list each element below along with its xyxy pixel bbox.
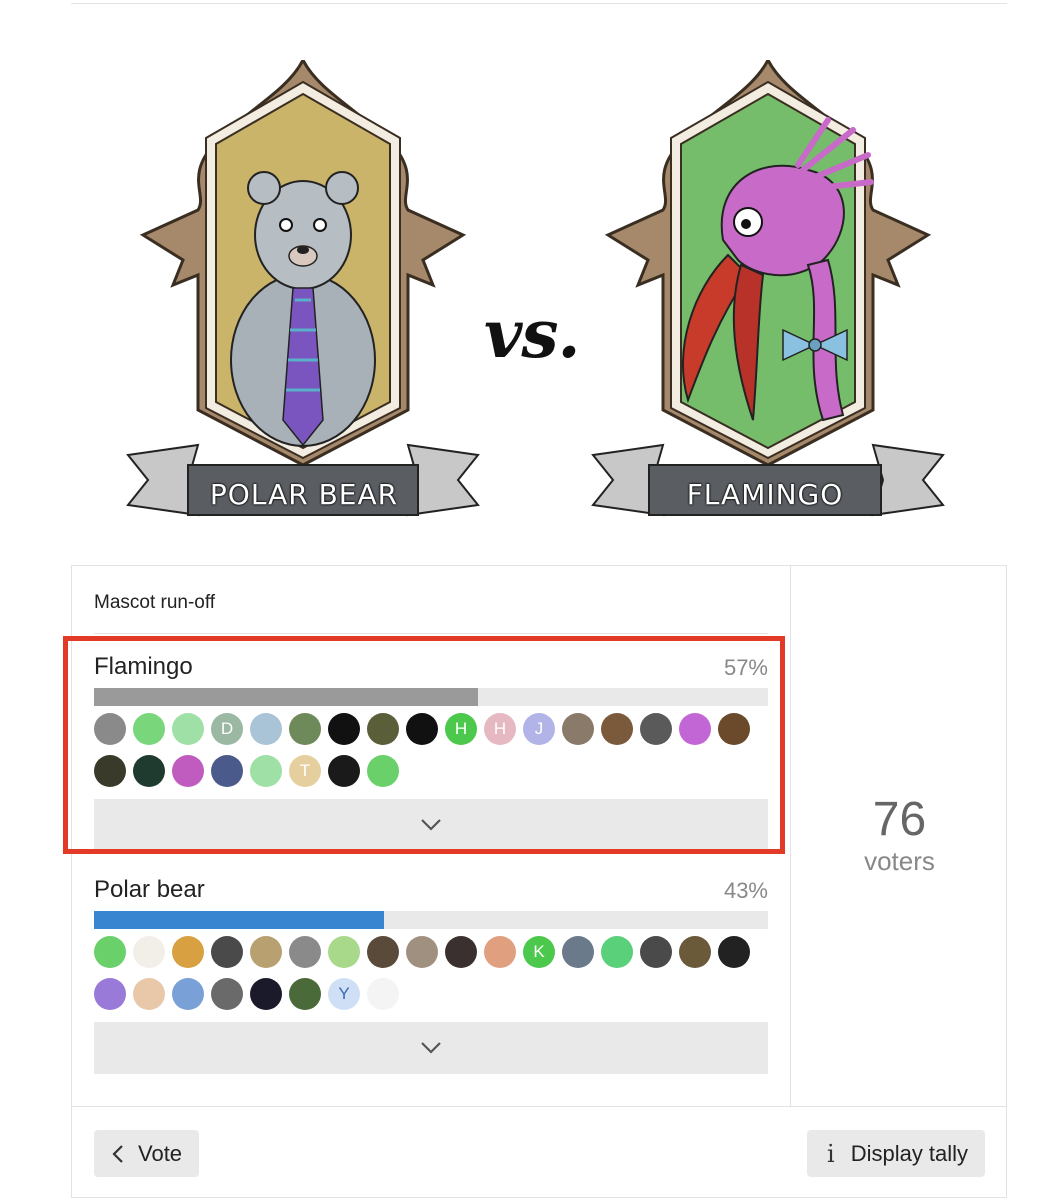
voter-count-label: voters bbox=[864, 846, 935, 876]
voter-avatar[interactable] bbox=[211, 978, 243, 1010]
voter-avatar[interactable] bbox=[562, 713, 594, 745]
voter-avatar[interactable] bbox=[211, 936, 243, 968]
vote-button[interactable]: Vote bbox=[94, 1130, 199, 1177]
expand-voters-button[interactable] bbox=[94, 1022, 768, 1074]
voter-avatar[interactable] bbox=[250, 713, 282, 745]
poll-footer: Vote i Display tally bbox=[72, 1106, 1006, 1199]
voter-avatar[interactable] bbox=[640, 713, 672, 745]
voter-avatar[interactable] bbox=[94, 713, 126, 745]
display-tally-button[interactable]: i Display tally bbox=[807, 1130, 985, 1177]
voter-avatar[interactable]: T bbox=[289, 755, 321, 787]
flamingo-crest: FLAMINGO bbox=[553, 60, 983, 530]
voter-avatar[interactable] bbox=[718, 936, 750, 968]
voter-avatar[interactable] bbox=[445, 936, 477, 968]
polar-bear-label: POLAR BEAR bbox=[209, 477, 399, 511]
option-progress-fill bbox=[94, 688, 479, 706]
voter-summary: 76 voters bbox=[790, 566, 1008, 1106]
voter-avatar[interactable] bbox=[367, 978, 399, 1010]
voter-avatar[interactable] bbox=[172, 755, 204, 787]
voter-avatar[interactable] bbox=[367, 936, 399, 968]
option-percentage: 57% bbox=[723, 655, 768, 680]
voter-avatar[interactable] bbox=[406, 713, 438, 745]
voter-avatar[interactable] bbox=[484, 936, 516, 968]
voter-avatar[interactable] bbox=[679, 936, 711, 968]
voter-count-block: 76 voters bbox=[791, 794, 1008, 877]
expand-voters-button[interactable] bbox=[94, 799, 768, 851]
voter-avatar[interactable] bbox=[406, 936, 438, 968]
chevron-down-icon bbox=[421, 1042, 441, 1054]
chevron-down-icon bbox=[421, 819, 441, 831]
title-divider bbox=[94, 633, 768, 634]
voter-avatar[interactable] bbox=[679, 713, 711, 745]
voter-avatar[interactable] bbox=[133, 713, 165, 745]
info-icon: i bbox=[827, 1139, 835, 1168]
voter-avatar[interactable] bbox=[94, 936, 126, 968]
avatar-row: Y bbox=[94, 978, 768, 1014]
voter-avatar[interactable] bbox=[94, 978, 126, 1010]
display-tally-label: Display tally bbox=[850, 1140, 969, 1166]
mascot-banner: POLAR BEAR vs. FLAMINGO bbox=[0, 40, 1062, 530]
voter-avatar[interactable] bbox=[601, 936, 633, 968]
poll-results: Mascot run-off Flamingo 57% DHHJT Polar … bbox=[72, 566, 790, 1106]
voter-avatar[interactable] bbox=[718, 713, 750, 745]
voter-avatar[interactable] bbox=[640, 936, 672, 968]
voter-avatar[interactable] bbox=[250, 978, 282, 1010]
avatar-row: K bbox=[94, 936, 768, 972]
voter-avatar[interactable]: D bbox=[211, 713, 243, 745]
flamingo-label: FLAMINGO bbox=[686, 477, 844, 511]
voter-avatar[interactable] bbox=[172, 978, 204, 1010]
voter-avatar[interactable] bbox=[601, 713, 633, 745]
voter-avatar-list: KY bbox=[94, 936, 768, 1020]
option-name: Polar bear bbox=[94, 876, 205, 903]
voter-avatar[interactable] bbox=[133, 978, 165, 1010]
voter-avatar[interactable] bbox=[250, 936, 282, 968]
voter-avatar[interactable] bbox=[289, 713, 321, 745]
voter-avatar[interactable] bbox=[328, 755, 360, 787]
voter-avatar[interactable] bbox=[133, 755, 165, 787]
option-progress-fill bbox=[94, 911, 384, 929]
chevron-left-icon bbox=[112, 1144, 124, 1164]
voter-avatar[interactable] bbox=[250, 755, 282, 787]
top-divider bbox=[71, 3, 1007, 4]
voter-avatar-list: DHHJT bbox=[94, 713, 768, 797]
voter-avatar[interactable]: Y bbox=[328, 978, 360, 1010]
option-name: Flamingo bbox=[94, 653, 193, 680]
voter-avatar[interactable] bbox=[289, 936, 321, 968]
flamingo-crest-artwork bbox=[591, 60, 945, 517]
option-progress-track bbox=[94, 688, 768, 706]
polar-bear-crest: POLAR BEAR bbox=[88, 60, 518, 530]
vote-button-label: Vote bbox=[138, 1140, 183, 1166]
voter-avatar[interactable]: J bbox=[523, 713, 555, 745]
option-percentage: 43% bbox=[723, 878, 768, 903]
voter-avatar[interactable] bbox=[367, 755, 399, 787]
voter-avatar[interactable] bbox=[211, 755, 243, 787]
voter-avatar[interactable]: H bbox=[484, 713, 516, 745]
voter-avatar[interactable] bbox=[133, 936, 165, 968]
voter-avatar[interactable] bbox=[172, 713, 204, 745]
voter-avatar[interactable]: H bbox=[445, 713, 477, 745]
polar-bear-crest-artwork bbox=[126, 60, 480, 517]
option-progress-track bbox=[94, 911, 768, 929]
poll-title: Mascot run-off bbox=[94, 592, 216, 613]
voter-count: 76 bbox=[872, 793, 927, 846]
avatar-row: T bbox=[94, 755, 768, 791]
voter-avatar[interactable] bbox=[367, 713, 399, 745]
voter-avatar[interactable] bbox=[328, 713, 360, 745]
voter-avatar[interactable]: K bbox=[523, 936, 555, 968]
poll-widget: Mascot run-off Flamingo 57% DHHJT Polar … bbox=[71, 565, 1007, 1198]
avatar-row: DHHJ bbox=[94, 713, 768, 749]
voter-avatar[interactable] bbox=[328, 936, 360, 968]
voter-avatar[interactable] bbox=[94, 755, 126, 787]
voter-avatar[interactable] bbox=[289, 978, 321, 1010]
voter-avatar[interactable] bbox=[172, 936, 204, 968]
voter-avatar[interactable] bbox=[562, 936, 594, 968]
